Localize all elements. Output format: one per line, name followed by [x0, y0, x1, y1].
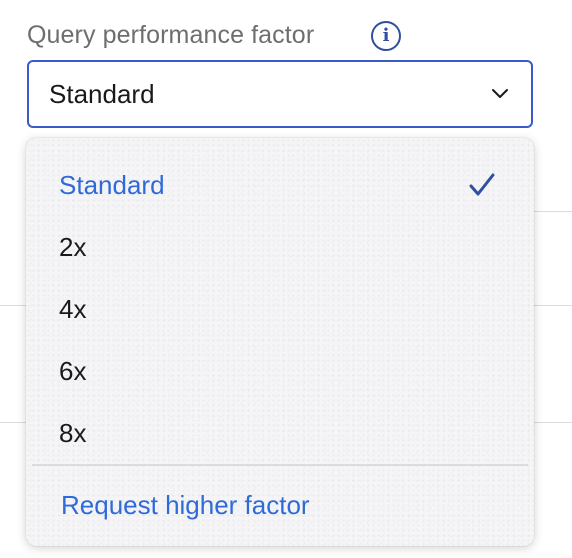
option-label: 2x — [59, 231, 87, 262]
menu-divider — [32, 464, 528, 466]
option-label: 8x — [59, 417, 87, 448]
select-value: Standard — [49, 78, 155, 109]
option-8x[interactable]: 8x — [26, 402, 534, 464]
option-label: 4x — [59, 293, 87, 324]
background-divider — [534, 211, 572, 212]
chevron-down-icon — [492, 89, 508, 98]
performance-factor-select[interactable]: Standard — [27, 60, 533, 128]
option-2x[interactable]: 2x — [26, 216, 534, 278]
background-divider — [0, 422, 26, 423]
background-divider — [534, 305, 572, 306]
checkmark-icon — [469, 173, 495, 196]
option-6x[interactable]: 6x — [26, 340, 534, 402]
dropdown-menu: Standard 2x 4x 6x 8x Request higher fact… — [26, 138, 534, 546]
request-higher-factor-link[interactable]: Request higher factor — [61, 482, 310, 528]
option-standard[interactable]: Standard — [26, 154, 534, 216]
info-glyph: i — [382, 25, 390, 46]
option-4x[interactable]: 4x — [26, 278, 534, 340]
option-label: 6x — [59, 355, 87, 386]
field-label: Query performance factor — [27, 20, 315, 49]
option-label: Standard — [59, 169, 165, 200]
background-divider — [0, 305, 26, 306]
background-divider — [534, 422, 572, 423]
info-icon[interactable]: i — [371, 21, 401, 51]
